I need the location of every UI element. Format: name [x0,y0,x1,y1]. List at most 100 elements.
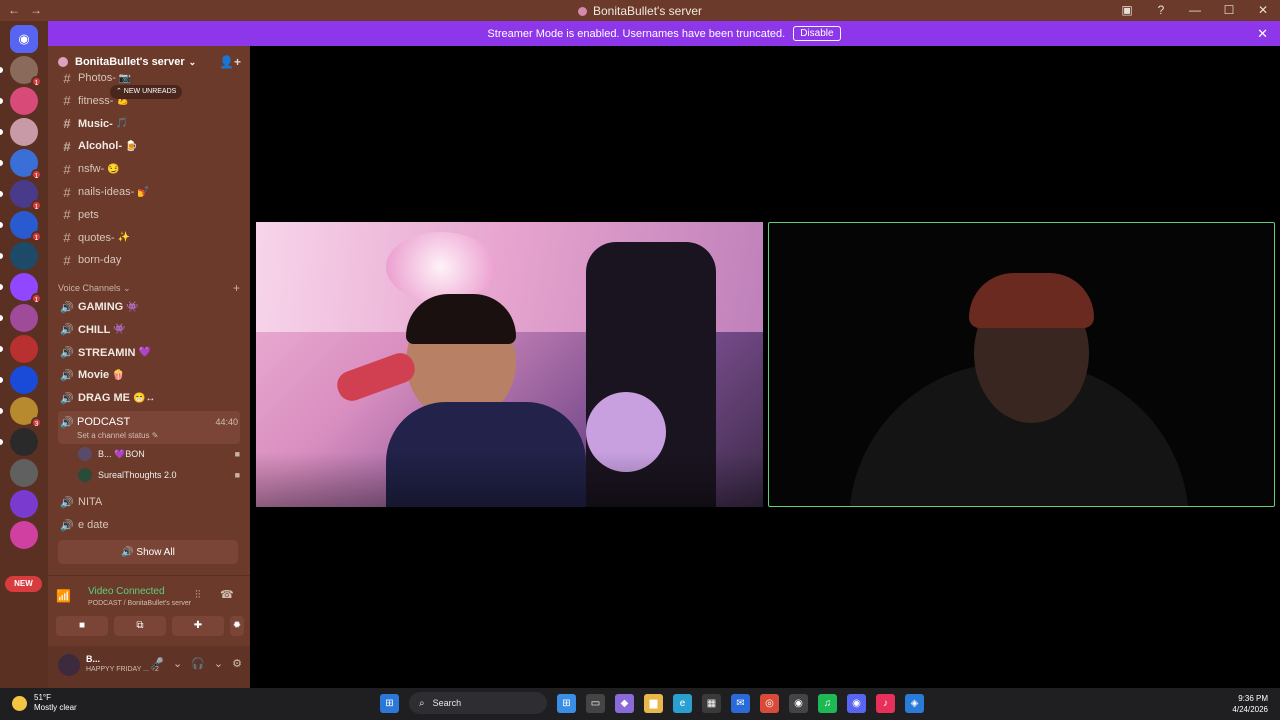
camera-button[interactable]: ■ [56,616,108,636]
server-icon[interactable] [10,242,38,270]
voice-channel[interactable]: 🔊 e date [58,515,240,535]
server-icon[interactable] [10,87,38,115]
screen-share-button[interactable]: ⧉ [114,616,166,636]
server-icon[interactable]: 1 [10,211,42,242]
video-tile-guest[interactable] [768,222,1275,507]
channel-name: Photos- [78,72,116,84]
headphones-icon[interactable]: 🎧 [191,657,205,670]
text-channel[interactable]: # Music- 🎵 [58,114,240,134]
taskbar-app-icon[interactable]: ◉ [847,693,866,713]
taskbar-app-icon[interactable]: ♫ [818,693,837,713]
taskbar-app-icon[interactable]: e [673,693,692,713]
activities-button[interactable]: ✚ [172,616,224,636]
voice-status-subtitle[interactable]: PODCAST / BonitaBullet's server [88,600,191,607]
channel-status[interactable]: Set a channel status ✎ [77,431,158,440]
video-stage [250,46,1280,688]
voice-status-title[interactable]: Video Connected [88,586,165,597]
speaker-icon: 🔊 [60,417,74,429]
taskbar-app-icon[interactable]: ◉ [789,693,808,713]
help-icon[interactable]: ? [1154,3,1168,17]
text-channel[interactable]: # born-day [58,250,240,270]
new-unreads-pill[interactable]: ⌃ NEW UNREADS [110,85,183,99]
invite-people-icon[interactable]: 👤+ [219,55,241,69]
text-channel[interactable]: # pets [58,205,240,225]
taskbar-app-icon[interactable]: ▆ [644,693,663,713]
voice-user[interactable]: SurealThoughts 2.0 ■ [78,466,240,484]
voice-channels-header[interactable]: Voice Channels ⌄ + [58,281,240,295]
add-channel-icon[interactable]: + [233,281,240,295]
channel-emoji: 🍿 [112,369,125,381]
speaker-icon: 🔊 [60,392,74,405]
hash-icon: # [63,93,71,109]
inbox-icon[interactable]: ▣ [1120,3,1134,17]
connection-icon[interactable]: 📶 [56,589,71,603]
soundboard-button[interactable]: ✹ [230,616,244,636]
disconnect-icon[interactable]: ☎ [220,588,234,601]
minimize-button[interactable]: — [1188,3,1202,17]
text-channel[interactable]: # nails-ideas- 💅 [58,182,240,202]
system-clock[interactable]: 9:36 PM 4/24/2026 [1232,693,1268,715]
maximize-button[interactable]: ☐ [1222,3,1236,17]
voice-channel[interactable]: 🔊 STREAMIN 💜 [58,343,240,363]
discord-home-icon[interactable]: ◉ [10,25,38,53]
voice-channel[interactable]: 🔊 GAMING 👾 [58,297,240,317]
taskbar-app-icon[interactable]: ⊞ [557,693,576,713]
server-icon[interactable] [10,118,38,146]
unread-badge: 1 [31,76,42,87]
speaker-icon: 🔊 [60,519,74,532]
server-icon[interactable] [10,428,38,456]
text-channel[interactable]: # nsfw- 😏 [58,159,240,179]
weather-widget[interactable]: 51°F Mostly clear [12,693,77,713]
taskbar-search[interactable]: ⌕ Search [409,692,547,714]
unread-indicator [0,222,3,228]
taskbar-app-icon[interactable]: ▭ [586,693,605,713]
server-icon[interactable] [10,490,38,518]
text-channel[interactable]: # Alcohol- 🍺 [58,136,240,156]
server-icon[interactable] [10,335,38,363]
channel-name: quotes- [78,231,115,244]
server-icon[interactable] [10,459,38,487]
show-all-button[interactable]: 🔊 Show All [58,540,238,564]
server-icon[interactable] [10,521,38,549]
voice-channel[interactable]: 🔊 DRAG ME 😁↔ [58,388,240,408]
server-icon[interactable] [10,366,38,394]
server-icon[interactable]: 3 [10,397,42,428]
voice-channel[interactable]: 🔊 CHILL 👾 [58,320,240,340]
server-icon[interactable]: 1 [10,149,42,180]
streamer-mode-banner: Streamer Mode is enabled. Usernames have… [48,21,1280,46]
voice-user[interactable]: B... 💜BON ■ [78,445,240,463]
voice-channel[interactable]: 🔊 Movie 🍿 [58,365,240,385]
call-timer: 44:40 [215,417,238,427]
voice-channel[interactable]: 🔊 NITA [58,492,240,512]
unread-indicator [0,253,3,259]
taskbar-app-icon[interactable]: ✉ [731,693,750,713]
server-icon[interactable]: 1 [10,180,42,211]
avatar[interactable] [58,654,80,676]
gear-icon[interactable]: ⚙ [232,657,242,670]
taskbar-app-icon[interactable]: ♪ [876,693,895,713]
microphone-icon[interactable]: 🎤 [150,657,164,670]
new-servers-pill[interactable]: NEW [5,576,42,592]
start-icon[interactable]: ⊞ [380,693,399,713]
chevron-down-icon[interactable]: ⌄ [173,657,182,670]
chevron-down-icon[interactable]: ⌄ [214,657,223,670]
username[interactable]: B... [86,654,100,664]
server-icon[interactable]: 1 [10,56,42,87]
channel-sidebar: BonitaBullet's server ⌄ 👤+ # Photos- 📷 # fit… [48,46,250,688]
server-icon[interactable]: 1 [10,273,42,304]
close-button[interactable]: ✕ [1256,3,1270,17]
voice-channel-podcast[interactable]: 🔊 PODCAST Set a channel status ✎ 44:40 [58,411,240,444]
disable-streamer-mode-button[interactable]: Disable [793,26,841,41]
text-channel[interactable]: # quotes- ✨ [58,228,240,248]
server-icon[interactable] [10,304,38,332]
taskbar-app-icon[interactable]: ◆ [615,693,634,713]
noise-suppression-icon[interactable]: ⫶⫶ [195,589,201,602]
video-tile-streamer[interactable] [256,222,763,507]
taskbar-app-icon[interactable]: ▦ [702,693,721,713]
taskbar-app-icon[interactable]: ◈ [905,693,924,713]
channel-name: CHILL [78,323,111,336]
close-icon[interactable]: ✕ [1257,26,1268,42]
taskbar-app-icon[interactable]: ◎ [760,693,779,713]
hash-icon: # [63,161,71,177]
custom-status[interactable]: HAPPYY FRIDAY ... +2 [86,666,159,673]
